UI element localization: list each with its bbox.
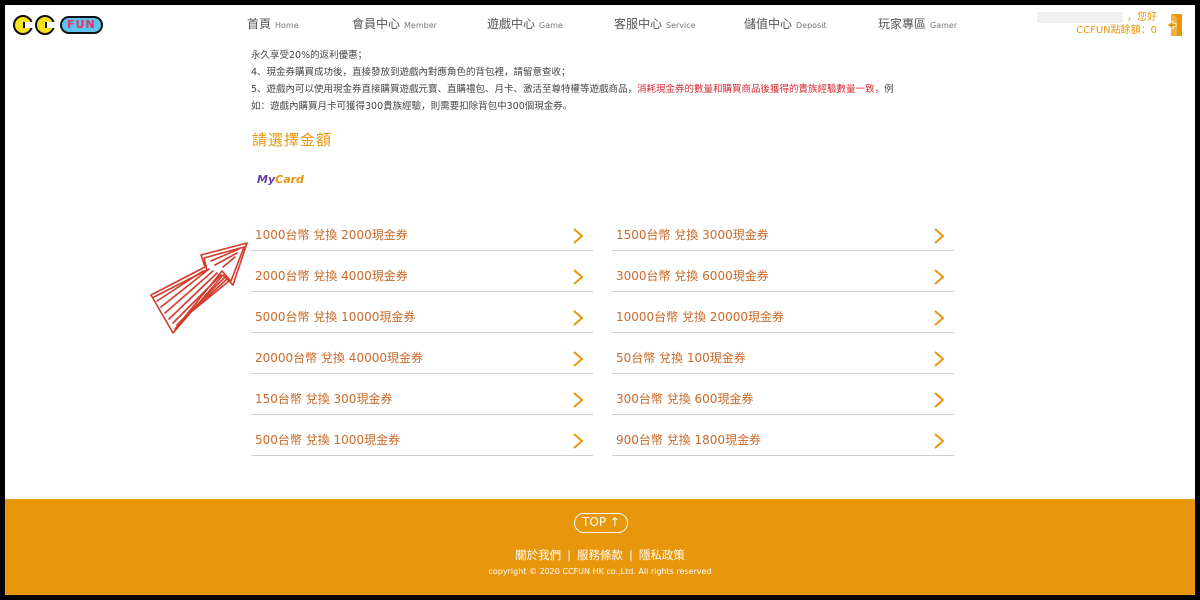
- nav-member-en: Member: [404, 21, 437, 30]
- footer-link-about[interactable]: 關於我們: [515, 548, 561, 562]
- note-text: 5、遊戲內可以使用現金券直接購買遊戲元寶、直購禮包、月卡、激活至尊特權等遊戲商品…: [251, 84, 638, 95]
- chevron-right-icon: [934, 310, 945, 326]
- nav-service-en: Service: [666, 21, 696, 30]
- nav-member-label: 會員中心: [352, 17, 401, 31]
- top-header: FUN 首頁 Home 會員中心 Member 遊戲中心 Game 客服中心 Servi…: [5, 5, 1195, 45]
- chevron-right-icon: [573, 351, 584, 368]
- copyright-text: copyright © 2020 CCFUN HK co.,Ltd. All r…: [488, 567, 712, 576]
- amount-option-label: 150台幣 兌換 300現金券: [255, 392, 393, 407]
- purchase-notes: 永久享受20%的返利優惠； 4、現金券購買成功後，直接發放到遊戲內對應角色的背包…: [251, 47, 951, 115]
- amount-option[interactable]: 50台幣 兌換 100現金券: [612, 334, 954, 375]
- nav-game-en: Game: [539, 21, 563, 30]
- chevron-right-icon: [934, 351, 945, 368]
- amount-options-left: 1000台幣 兌換 2000現金券 2000台幣 兌換 4000現金券 5000…: [251, 211, 593, 458]
- chevron-right-icon: [573, 392, 584, 409]
- footer-separator: |: [567, 548, 571, 562]
- amount-option[interactable]: 2000台幣 兌換 4000現金券: [251, 252, 593, 293]
- amount-option[interactable]: 1500台幣 兌換 3000現金券: [612, 211, 954, 251]
- mycard-logo[interactable]: MyCard: [257, 173, 304, 186]
- logout-door-icon[interactable]: [1167, 13, 1183, 37]
- amount-option-label: 300台幣 兌換 600現金券: [616, 392, 754, 407]
- footer-separator: |: [629, 548, 633, 562]
- chevron-right-icon: [573, 310, 584, 326]
- amount-option-label: 2000台幣 兌換 4000現金券: [255, 269, 408, 284]
- note-warning-text: 消耗現金券的數量和購買商品後獲得的貴族經驗數量一致，: [637, 84, 885, 95]
- amount-option-label: 1000台幣 兌換 2000現金券: [255, 228, 408, 242]
- note-line: 如：遊戲內購買月卡可獲得300貴族經驗，則需要扣除背包中300個現金券。: [251, 101, 573, 112]
- amount-option-label: 3000台幣 兌換 6000現金券: [616, 269, 769, 284]
- nav-game-label: 遊戲中心: [487, 17, 536, 31]
- chevron-right-icon: [934, 433, 945, 450]
- nav-member[interactable]: 會員中心 Member: [352, 15, 487, 37]
- amount-option-label: 50台幣 兌換 100現金券: [616, 351, 746, 366]
- main-nav: 首頁 Home 會員中心 Member 遊戲中心 Game 客服中心 Service 儲…: [247, 15, 978, 37]
- blurred-username: [1037, 11, 1123, 23]
- nav-service[interactable]: 客服中心 Service: [614, 15, 744, 37]
- amount-option[interactable]: 300台幣 兌換 600現金券: [612, 375, 954, 416]
- logo-c-letter: [13, 15, 34, 35]
- amount-option[interactable]: 5000台幣 兌換 10000現金券: [251, 293, 593, 334]
- amount-option-label: 5000台幣 兌換 10000現金券: [255, 310, 416, 325]
- chevron-right-icon: [573, 269, 584, 285]
- user-box: ，您好 CCFUN點餘額：0: [1037, 11, 1157, 37]
- ccfun-logo[interactable]: FUN: [13, 11, 103, 39]
- nav-deposit-label: 儲值中心: [744, 17, 793, 31]
- greeting-text: ，您好: [1127, 12, 1157, 23]
- amount-option[interactable]: 3000台幣 兌換 6000現金券: [612, 252, 954, 293]
- nav-home-label: 首頁: [247, 17, 272, 31]
- chevron-right-icon: [934, 392, 945, 409]
- mycard-logo-my: My: [257, 173, 276, 186]
- nav-gamer[interactable]: 玩家專區 Gamer: [878, 15, 978, 37]
- amount-options-right: 1500台幣 兌換 3000現金券 3000台幣 兌換 6000現金券 1000…: [612, 211, 954, 458]
- amount-option-label: 500台幣 兌換 1000現金券: [255, 433, 401, 448]
- amount-option[interactable]: 1000台幣 兌換 2000現金券: [251, 211, 593, 251]
- footer-links: 關於我們 | 服務條款 | 隱私政策: [5, 547, 1195, 563]
- points-balance: CCFUN點餘額：0: [1076, 25, 1157, 36]
- select-amount-title: 請選擇金額: [252, 131, 333, 149]
- nav-home[interactable]: 首頁 Home: [247, 15, 352, 37]
- amount-option[interactable]: 500台幣 兌換 1000現金券: [251, 416, 593, 457]
- logo-c-letter: [35, 15, 56, 35]
- chevron-right-icon: [934, 228, 945, 244]
- amount-option[interactable]: 150台幣 兌換 300現金券: [251, 375, 593, 416]
- note-line: 永久享受20%的返利優惠；: [251, 50, 368, 61]
- site-footer: TOP ↑ 關於我們 | 服務條款 | 隱私政策 copyright © 2020 CC…: [5, 499, 1195, 595]
- chevron-right-icon: [934, 269, 945, 285]
- back-to-top-button[interactable]: TOP ↑: [574, 513, 628, 533]
- nav-gamer-label: 玩家專區: [878, 17, 927, 31]
- amount-option-label: 20000台幣 兌換 40000現金券: [255, 351, 423, 366]
- amount-option[interactable]: 20000台幣 兌換 40000現金券: [251, 334, 593, 375]
- page-frame: FUN 首頁 Home 會員中心 Member 遊戲中心 Game 客服中心 Servi…: [5, 5, 1195, 595]
- amount-option[interactable]: 10000台幣 兌換 20000現金券: [612, 293, 954, 334]
- amount-option-label: 1500台幣 兌換 3000現金券: [616, 228, 769, 242]
- mycard-logo-card: Card: [275, 173, 304, 186]
- note-text: 例: [884, 84, 894, 95]
- amount-option-label: 10000台幣 兌換 20000現金券: [616, 310, 784, 325]
- note-line: 4、現金券購買成功後，直接發放到遊戲內對應角色的背包裡，請留意查收；: [251, 67, 571, 78]
- hand-drawn-arrow-icon: [150, 242, 248, 334]
- chevron-right-icon: [573, 228, 584, 244]
- footer-link-terms[interactable]: 服務條款: [577, 548, 623, 562]
- logo-fun-text: FUN: [60, 16, 103, 34]
- note-line: 5、遊戲內可以使用現金券直接購買遊戲元寶、直購禮包、月卡、激活至尊特權等遊戲商品…: [251, 81, 951, 98]
- nav-deposit[interactable]: 儲值中心 Deposit: [744, 15, 878, 37]
- amount-option-label: 900台幣 兌換 1800現金券: [616, 433, 762, 448]
- amount-option[interactable]: 900台幣 兌換 1800現金券: [612, 416, 954, 457]
- footer-link-privacy[interactable]: 隱私政策: [639, 548, 685, 562]
- nav-game[interactable]: 遊戲中心 Game: [487, 15, 614, 37]
- nav-service-label: 客服中心: [614, 17, 663, 31]
- nav-deposit-en: Deposit: [796, 21, 827, 30]
- chevron-right-icon: [573, 433, 584, 450]
- nav-home-en: Home: [275, 21, 299, 30]
- nav-gamer-en: Gamer: [930, 21, 958, 30]
